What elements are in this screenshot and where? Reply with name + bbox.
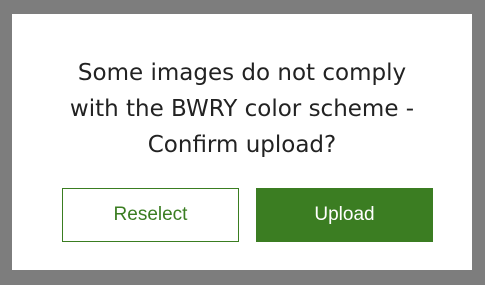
dialog-message: Some images do not comply with the BWRY … [12, 55, 472, 163]
reselect-button[interactable]: Reselect [62, 188, 239, 242]
dialog-message-line-2: with the BWRY color scheme - [69, 96, 415, 122]
upload-button[interactable]: Upload [256, 188, 433, 242]
dialog-message-line-1: Some images do not comply [77, 60, 407, 86]
dialog-message-line-3: Confirm upload? [147, 132, 337, 158]
confirm-upload-dialog: Some images do not comply with the BWRY … [12, 14, 472, 270]
